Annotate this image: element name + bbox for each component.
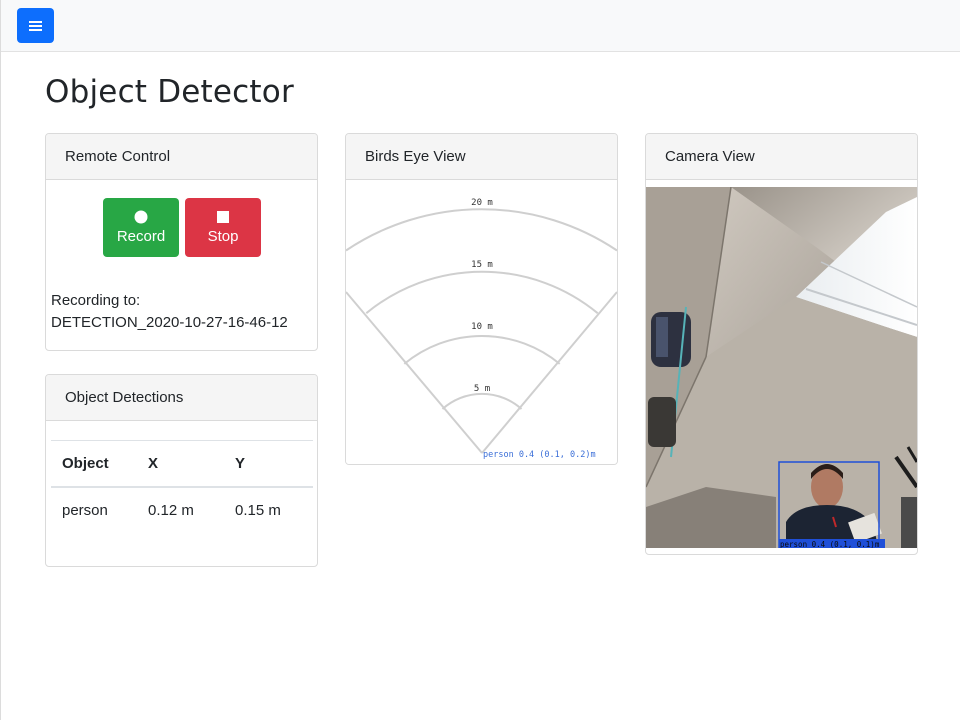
- recording-filename: DETECTION_2020-10-27-16-46-12: [51, 314, 288, 331]
- record-dot-icon: [134, 210, 148, 224]
- ring-label-20m: 20 m: [471, 198, 493, 208]
- column-header-y: Y: [235, 454, 246, 472]
- birds-eye-plot: 20 m 15 m 10 m 5 m person 0.4 (0.1, 0.2)…: [346, 180, 617, 464]
- cell-x: 0.12 m: [148, 501, 194, 519]
- table-row: person 0.12 m 0.15 m: [51, 487, 313, 533]
- page-title: Object Detector: [45, 74, 294, 110]
- table-header-row: Object X Y: [51, 440, 313, 487]
- stop-button-label: Stop: [207, 228, 239, 245]
- detections-table: Object X Y person 0.12 m 0.15 m: [51, 440, 313, 533]
- camera-view-card: Camera View person 0.4 (0.1, 0.1)m: [645, 133, 918, 555]
- camera-feed: person 0.4 (0.1, 0.1)m: [646, 187, 917, 548]
- top-navbar: [1, 0, 960, 52]
- cell-y: 0.15 m: [235, 501, 281, 519]
- column-header-x: X: [148, 454, 159, 472]
- stop-button[interactable]: Stop: [185, 198, 261, 257]
- recording-status: Recording to: DETECTION_2020-10-27-16-46…: [51, 290, 288, 334]
- object-detections-header: Object Detections: [46, 375, 317, 421]
- ring-label-10m: 10 m: [471, 322, 493, 332]
- birds-eye-view-card: Birds Eye View 20 m 15 m 10 m 5 m person…: [345, 133, 618, 465]
- birds-eye-view-header: Birds Eye View: [346, 134, 617, 180]
- record-button-label: Record: [116, 228, 166, 245]
- detection-label: person 0.4 (0.1, 0.2)m: [483, 450, 596, 460]
- ring-label-5m: 5 m: [474, 384, 490, 394]
- camera-detection-label: person 0.4 (0.1, 0.1)m: [780, 540, 880, 548]
- hamburger-icon: [29, 20, 42, 31]
- remote-control-header: Remote Control: [46, 134, 317, 180]
- remote-control-card: Remote Control Record Stop Recording to:…: [45, 133, 318, 351]
- recording-prefix: Recording to:: [51, 292, 141, 309]
- object-detections-card: Object Detections Object X Y person 0.12…: [45, 374, 318, 567]
- column-header-object: Object: [62, 454, 109, 472]
- stop-square-icon: [217, 211, 229, 223]
- ring-label-15m: 15 m: [471, 260, 493, 270]
- cell-object: person: [62, 501, 108, 519]
- menu-toggle-button[interactable]: [17, 8, 54, 43]
- hanging-object-2: [648, 397, 676, 447]
- record-button[interactable]: Record: [103, 198, 179, 257]
- camera-view-header: Camera View: [646, 134, 917, 180]
- control-buttons: Record Stop: [103, 198, 261, 257]
